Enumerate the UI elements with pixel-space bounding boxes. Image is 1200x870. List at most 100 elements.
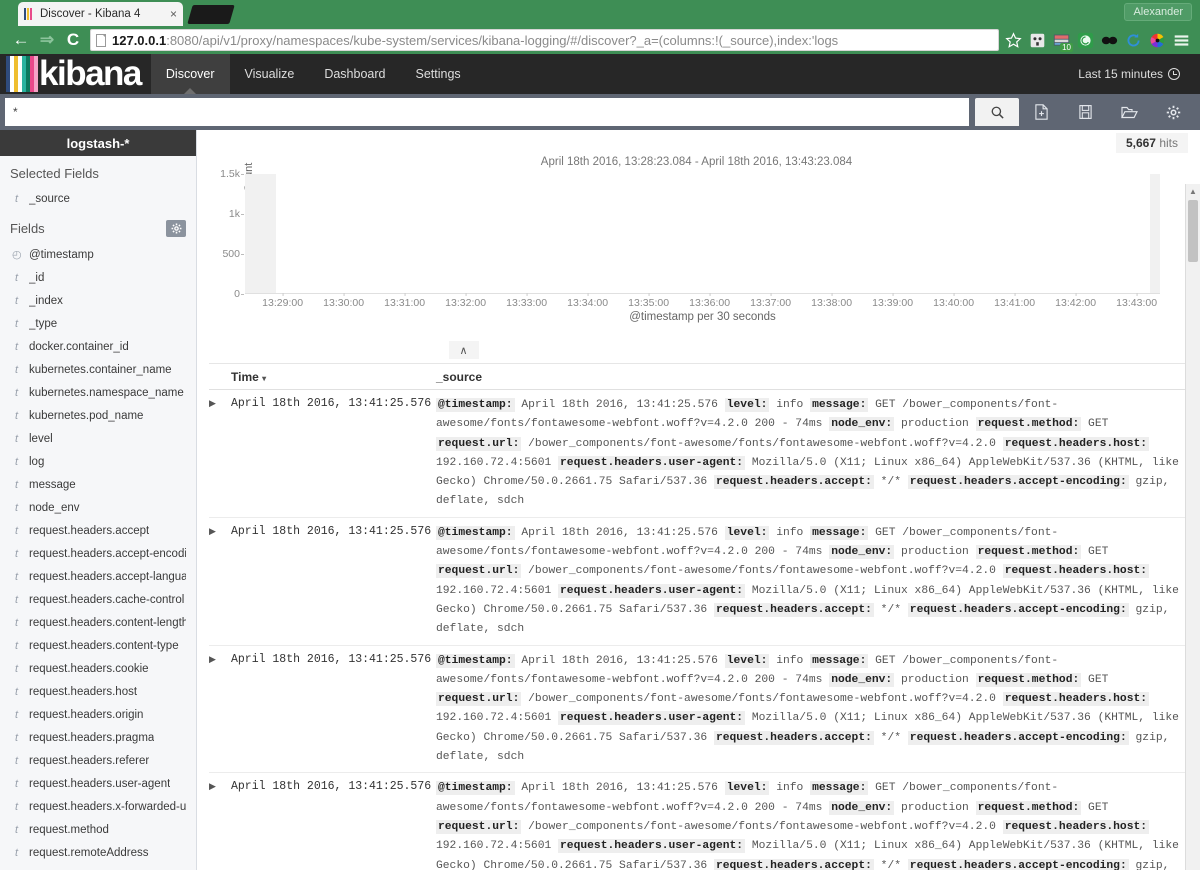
expand-row-icon[interactable]: ▶ — [209, 396, 231, 512]
field-item[interactable]: trequest.headers.user-agent — [0, 772, 196, 795]
field-item[interactable]: t request.headers.accept-language — [0, 565, 196, 588]
colorwheel-extension-icon[interactable] — [1149, 32, 1166, 49]
field-item[interactable]: trequest.headers.accept-encoding — [0, 542, 196, 565]
new-tab-button[interactable] — [187, 5, 234, 24]
field-name: request.headers.accept-language — [29, 571, 186, 583]
field-item[interactable]: trequest.headers.origin — [0, 703, 196, 726]
field-item[interactable]: tlog — [0, 450, 196, 473]
chart-xtick-label: 13:31:00 — [384, 297, 425, 309]
reload-icon[interactable]: C — [60, 27, 86, 53]
row-timestamp: April 18th 2016, 13:41:25.576 — [231, 779, 436, 870]
settings-button[interactable] — [1151, 98, 1195, 126]
field-item[interactable]: t_type — [0, 312, 196, 335]
sort-caret-icon[interactable]: ▾ — [262, 374, 266, 383]
tabs-extension-icon[interactable]: 10 — [1053, 32, 1070, 49]
selected-fields-header: Selected Fields — [0, 156, 196, 187]
time-picker[interactable]: Last 15 minutes — [1078, 54, 1200, 94]
field-item[interactable]: t_id — [0, 266, 196, 289]
field-item[interactable]: t_source — [0, 187, 196, 210]
field-name: _index — [29, 295, 63, 307]
collapse-chart-button[interactable]: ∧ — [449, 341, 479, 359]
expand-row-icon[interactable]: ▶ — [209, 524, 231, 640]
chart-plot-area[interactable]: Count 05001k1.5k — [245, 174, 1160, 294]
glasses-extension-icon[interactable] — [1101, 32, 1118, 49]
source-field-key: request.headers.user-agent: — [558, 711, 745, 725]
refresh-extension-icon[interactable] — [1125, 32, 1142, 49]
string-type-icon: t — [12, 387, 21, 399]
expand-row-icon[interactable]: ▶ — [209, 779, 231, 870]
kibana-logo[interactable]: kibana — [0, 54, 151, 94]
table-row[interactable]: ▶April 18th 2016, 13:41:25.576@timestamp… — [209, 390, 1200, 518]
field-item[interactable]: trequest.remoteAddress — [0, 841, 196, 864]
nav-item-settings[interactable]: Settings — [400, 54, 475, 94]
field-item[interactable]: trequest.headers.referer — [0, 749, 196, 772]
string-type-icon: t — [12, 640, 21, 652]
forward-icon[interactable]: ⇒ — [34, 27, 60, 53]
field-item[interactable]: trequest.headers.host — [0, 680, 196, 703]
field-item[interactable]: trequest.headers.content-type — [0, 634, 196, 657]
string-type-icon: t — [12, 594, 21, 606]
address-bar[interactable]: 127.0.0.1:8080/api/v1/proxy/namespaces/k… — [90, 29, 999, 51]
table-row[interactable]: ▶April 18th 2016, 13:41:25.576@timestamp… — [209, 646, 1200, 774]
field-item[interactable]: trequest.headers.accept — [0, 519, 196, 542]
back-icon[interactable]: ← — [8, 27, 34, 53]
field-item[interactable]: t_index — [0, 289, 196, 312]
gear-icon[interactable] — [166, 220, 186, 237]
source-column-header[interactable]: _source — [436, 370, 1200, 384]
string-type-icon: t — [12, 341, 21, 353]
source-field-value: info — [769, 655, 810, 667]
close-icon[interactable]: × — [166, 7, 177, 21]
table-row[interactable]: ▶April 18th 2016, 13:41:25.576@timestamp… — [209, 773, 1200, 870]
row-timestamp: April 18th 2016, 13:41:25.576 — [231, 396, 436, 512]
field-item[interactable]: trequest.headers.cookie — [0, 657, 196, 680]
row-source: @timestamp: April 18th 2016, 13:41:25.57… — [436, 779, 1200, 870]
chart-xtick-label: 13:35:00 — [628, 297, 669, 309]
page-scrollbar[interactable]: ▲ — [1185, 184, 1200, 870]
tab-strip: Discover - Kibana 4 × Alexander — [0, 0, 1200, 26]
string-type-icon: t — [12, 272, 21, 284]
browser-tab[interactable]: Discover - Kibana 4 × — [18, 2, 183, 26]
field-item[interactable]: trequest.headers.content-length — [0, 611, 196, 634]
browser-menu-icon[interactable] — [1173, 32, 1190, 49]
field-item[interactable]: tnode_env — [0, 496, 196, 519]
scroll-up-icon[interactable]: ▲ — [1186, 184, 1200, 198]
ghost-extension-icon[interactable] — [1029, 32, 1046, 49]
source-field-key: node_env: — [829, 673, 894, 687]
field-item[interactable]: tdocker.container_id — [0, 335, 196, 358]
table-row[interactable]: ▶April 18th 2016, 13:41:25.576@timestamp… — [209, 518, 1200, 646]
index-pattern-title[interactable]: logstash-* — [0, 130, 196, 156]
field-item[interactable]: trequest.headers.pragma — [0, 726, 196, 749]
field-item[interactable]: trequest.headers.cache-control — [0, 588, 196, 611]
search-input[interactable] — [5, 98, 969, 126]
new-search-button[interactable] — [1019, 98, 1063, 126]
nav-item-dashboard[interactable]: Dashboard — [309, 54, 400, 94]
nav-item-discover[interactable]: Discover — [151, 54, 230, 94]
scrollbar-thumb[interactable] — [1188, 200, 1198, 262]
string-type-icon: t — [12, 571, 21, 583]
field-item[interactable]: trequest.method — [0, 818, 196, 841]
field-item[interactable]: tlevel — [0, 427, 196, 450]
time-picker-label: Last 15 minutes — [1078, 67, 1163, 81]
extension-badge: 10 — [1060, 43, 1073, 52]
save-search-button[interactable] — [1063, 98, 1107, 126]
expand-row-icon[interactable]: ▶ — [209, 652, 231, 768]
time-column-header[interactable]: Time ▾ — [231, 370, 436, 384]
field-item[interactable]: tkubernetes.container_name — [0, 358, 196, 381]
search-button[interactable] — [975, 98, 1019, 126]
field-item[interactable]: ◴@timestamp — [0, 243, 196, 266]
user-profile-chip[interactable]: Alexander — [1124, 3, 1192, 21]
chart-xtick-label: 13:34:00 — [567, 297, 608, 309]
nav-item-visualize[interactable]: Visualize — [230, 54, 310, 94]
source-field-key: request.url: — [436, 692, 521, 706]
field-item[interactable]: tkubernetes.namespace_name — [0, 381, 196, 404]
field-item[interactable]: tkubernetes.pod_name — [0, 404, 196, 427]
source-field-key: request.method: — [976, 673, 1082, 687]
field-item[interactable]: tmessage — [0, 473, 196, 496]
field-item[interactable]: trequest.headers.x-forwarded-uri — [0, 795, 196, 818]
string-type-icon: t — [12, 433, 21, 445]
camera-extension-icon[interactable] — [1077, 32, 1094, 49]
bookmark-star-icon[interactable] — [1005, 32, 1022, 49]
chart-xtick-label: 13:39:00 — [872, 297, 913, 309]
document-table: Time ▾ _source ▶April 18th 2016, 13:41:2… — [197, 364, 1200, 870]
open-search-button[interactable] — [1107, 98, 1151, 126]
